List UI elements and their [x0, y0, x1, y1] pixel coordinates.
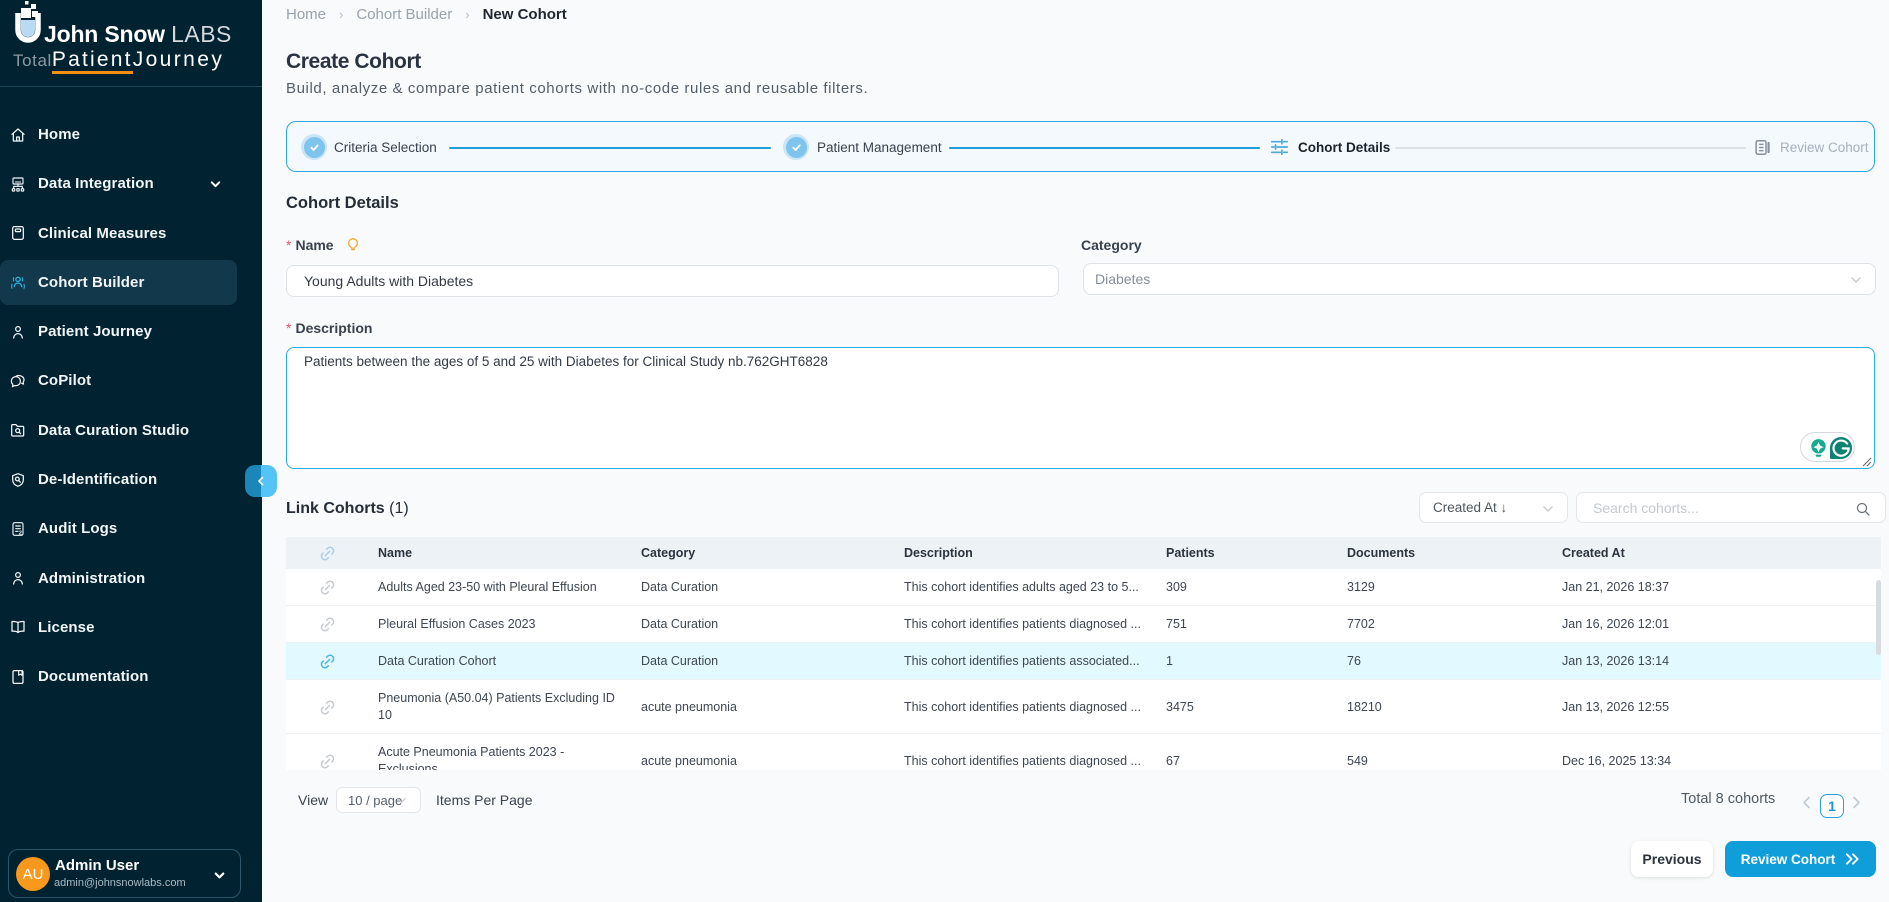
svg-text:2: 2 [19, 531, 22, 537]
